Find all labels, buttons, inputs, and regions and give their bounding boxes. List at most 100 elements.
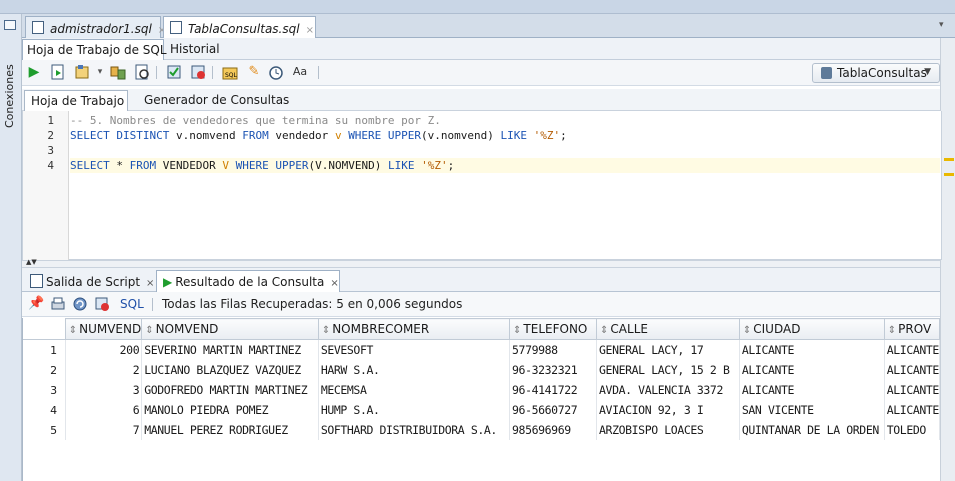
sql-keyword: WHERE UPPER bbox=[235, 159, 309, 172]
table-cell[interactable]: SAN VICENTE bbox=[739, 400, 885, 420]
table-cell[interactable]: QUINTANAR DE LA ORDEN bbox=[739, 420, 885, 440]
sql-comment: -- 5. Nombres de vendedores que termina … bbox=[70, 114, 441, 127]
connections-icon[interactable] bbox=[4, 20, 16, 30]
table-cell[interactable]: 5779988 bbox=[509, 339, 598, 360]
column-header[interactable]: ⇕ NOMBRECOMER bbox=[317, 318, 511, 340]
warning-marker[interactable] bbox=[944, 158, 954, 161]
column-header[interactable]: ⇕ TELEFONO bbox=[509, 318, 598, 340]
tab-sql-worksheet[interactable]: Hoja de Trabajo de SQL bbox=[22, 39, 167, 60]
table-cell[interactable]: ALICANTE bbox=[739, 360, 885, 380]
pin-icon[interactable]: 📌 bbox=[28, 296, 44, 312]
sql-tuning-icon[interactable] bbox=[134, 64, 150, 80]
commit-icon[interactable] bbox=[166, 64, 182, 80]
right-scroll-gutter bbox=[940, 38, 955, 481]
table-cell[interactable]: 96-5660727 bbox=[509, 400, 598, 420]
warning-marker[interactable] bbox=[944, 173, 954, 176]
table-cell[interactable]: ALICANTE bbox=[884, 380, 941, 400]
table-cell[interactable]: 6 bbox=[65, 400, 143, 420]
column-header[interactable]: ⇕ NUMVEND bbox=[64, 318, 143, 340]
run-script-icon[interactable] bbox=[50, 64, 66, 80]
clear-eraser-icon[interactable]: ✎ bbox=[246, 64, 262, 80]
table-cell[interactable]: 7 bbox=[65, 420, 143, 440]
table-cell[interactable]: ARZOBISPO LOACES bbox=[596, 420, 740, 440]
editor-tab-tablaconsultas[interactable]: TablaConsultas.sql × bbox=[163, 16, 316, 39]
tab-worksheet[interactable]: Hoja de Trabajo bbox=[24, 90, 128, 111]
sql-text: (v.nomvend) bbox=[421, 129, 501, 142]
line-number: 2 bbox=[47, 129, 54, 142]
print-icon[interactable] bbox=[50, 296, 66, 312]
run-statement-icon[interactable]: ▶ bbox=[26, 64, 42, 80]
table-cell[interactable]: TOLEDO bbox=[884, 420, 941, 440]
line-number: 3 bbox=[47, 144, 54, 157]
toolbar-separator bbox=[152, 298, 153, 311]
tab-list-dropdown-icon[interactable]: ▾ bbox=[939, 20, 949, 30]
column-header[interactable]: ⇕ PROV bbox=[883, 318, 941, 340]
table-cell[interactable]: SEVERINO MARTIN MARTINEZ bbox=[141, 339, 319, 360]
close-icon[interactable]: × bbox=[306, 25, 314, 36]
table-cell[interactable]: ALICANTE bbox=[884, 400, 941, 420]
sql-history-icon[interactable] bbox=[268, 64, 284, 80]
connection-select[interactable]: TablaConsultas ▼ bbox=[812, 63, 940, 83]
table-cell[interactable]: SEVESOFT bbox=[318, 339, 511, 360]
collapse-arrows-icon[interactable]: ▲▼ bbox=[26, 258, 37, 266]
rollback-icon[interactable] bbox=[190, 64, 206, 80]
refresh-icon[interactable] bbox=[72, 296, 88, 312]
table-cell[interactable]: AVIACION 92, 3 I bbox=[596, 400, 740, 420]
table-cell[interactable]: SOFTHARD DISTRIBUIDORA S.A. bbox=[318, 420, 511, 440]
sql-translator-icon[interactable]: SQL bbox=[222, 64, 238, 80]
results-grid[interactable]: ⇕ NUMVEND ⇕ NOMVEND ⇕ NOMBRECOMER ⇕ TELEFONO… bbox=[22, 318, 941, 481]
sql-text: ; bbox=[560, 129, 567, 142]
table-cell[interactable]: 96-4141722 bbox=[509, 380, 598, 400]
sql-link[interactable]: SQL bbox=[120, 297, 144, 311]
autotrace-icon[interactable] bbox=[74, 64, 90, 80]
table-row[interactable]: 3 3 GODOFREDO MARTIN MARTINEZ MECEMSA 96-414… bbox=[23, 380, 941, 400]
close-icon[interactable]: × bbox=[330, 278, 338, 289]
table-row[interactable]: 1 200 SEVERINO MARTIN MARTINEZ SEVESOFT 5779… bbox=[23, 339, 941, 360]
table-cell[interactable]: MECEMSA bbox=[318, 380, 511, 400]
connections-label: Conexiones bbox=[3, 64, 16, 128]
column-header[interactable]: ⇕ CALLE bbox=[596, 318, 740, 340]
explain-plan-icon[interactable] bbox=[110, 64, 126, 80]
dropdown-arrow-icon[interactable]: ▾ bbox=[92, 64, 108, 80]
tab-query-builder[interactable]: Generador de Consultas bbox=[138, 90, 289, 111]
tab-query-result[interactable]: ▶ Resultado de la Consulta × bbox=[156, 270, 340, 292]
sort-icon: ⇕ bbox=[742, 325, 752, 336]
table-cell[interactable]: HARW S.A. bbox=[318, 360, 511, 380]
table-cell[interactable]: ALICANTE bbox=[739, 380, 885, 400]
line-number: 4 bbox=[47, 159, 54, 172]
table-cell[interactable]: GODOFREDO MARTIN MARTINEZ bbox=[141, 380, 319, 400]
table-cell[interactable]: ALICANTE bbox=[739, 339, 885, 360]
connection-name: TablaConsultas bbox=[837, 66, 927, 80]
sql-text: VENDEDOR bbox=[156, 159, 223, 172]
table-row[interactable]: 2 2 LUCIANO BLAZQUEZ VAZQUEZ HARW S.A. 96-32… bbox=[23, 360, 941, 380]
table-cell[interactable]: 2 bbox=[65, 360, 143, 380]
table-row[interactable]: 4 6 MANOLO PIEDRA POMEZ HUMP S.A. 96-5660727… bbox=[23, 400, 941, 420]
table-cell[interactable]: MANUEL PEREZ RODRIGUEZ bbox=[141, 420, 319, 440]
close-icon[interactable]: × bbox=[146, 278, 154, 289]
editor-tab-admistrador1[interactable]: admistrador1.sql × bbox=[25, 16, 166, 38]
column-header[interactable]: ⇕ NOMVEND bbox=[141, 318, 319, 340]
cancel-query-icon[interactable] bbox=[94, 296, 110, 312]
table-cell[interactable]: LUCIANO BLAZQUEZ VAZQUEZ bbox=[141, 360, 319, 380]
pane-splitter[interactable]: ▲▼ bbox=[22, 258, 940, 268]
tab-history[interactable]: Historial bbox=[166, 39, 226, 60]
table-cell[interactable]: 96-3232321 bbox=[509, 360, 598, 380]
connections-tab[interactable]: Conexiones bbox=[2, 32, 20, 132]
table-cell[interactable]: 985696969 bbox=[509, 420, 598, 440]
tab-script-output[interactable]: Salida de Script × bbox=[24, 270, 156, 292]
table-cell[interactable]: 200 bbox=[65, 339, 143, 360]
table-cell[interactable]: HUMP S.A. bbox=[318, 400, 511, 420]
table-cell[interactable]: AVDA. VALENCIA 3372 bbox=[596, 380, 740, 400]
column-header[interactable]: ⇕ CIUDAD bbox=[738, 318, 885, 340]
sql-worksheet-subtabs: Hoja de Trabajo de SQL Historial bbox=[22, 38, 940, 60]
table-cell[interactable]: 3 bbox=[65, 380, 143, 400]
sql-editor[interactable]: 1 2 3 4 -- 5. Nombres de vendedores que … bbox=[22, 111, 954, 260]
table-cell[interactable]: MANOLO PIEDRA POMEZ bbox=[141, 400, 319, 420]
table-row[interactable]: 5 7 MANUEL PEREZ RODRIGUEZ SOFTHARD DISTRIB… bbox=[23, 420, 941, 440]
table-cell[interactable]: GENERAL LACY, 15 2 B bbox=[596, 360, 740, 380]
table-cell[interactable]: ALICANTE bbox=[884, 339, 941, 360]
table-cell[interactable]: ALICANTE bbox=[884, 360, 941, 380]
format-case-icon[interactable]: Aa bbox=[292, 64, 308, 80]
table-cell[interactable]: GENERAL LACY, 17 bbox=[596, 339, 740, 360]
